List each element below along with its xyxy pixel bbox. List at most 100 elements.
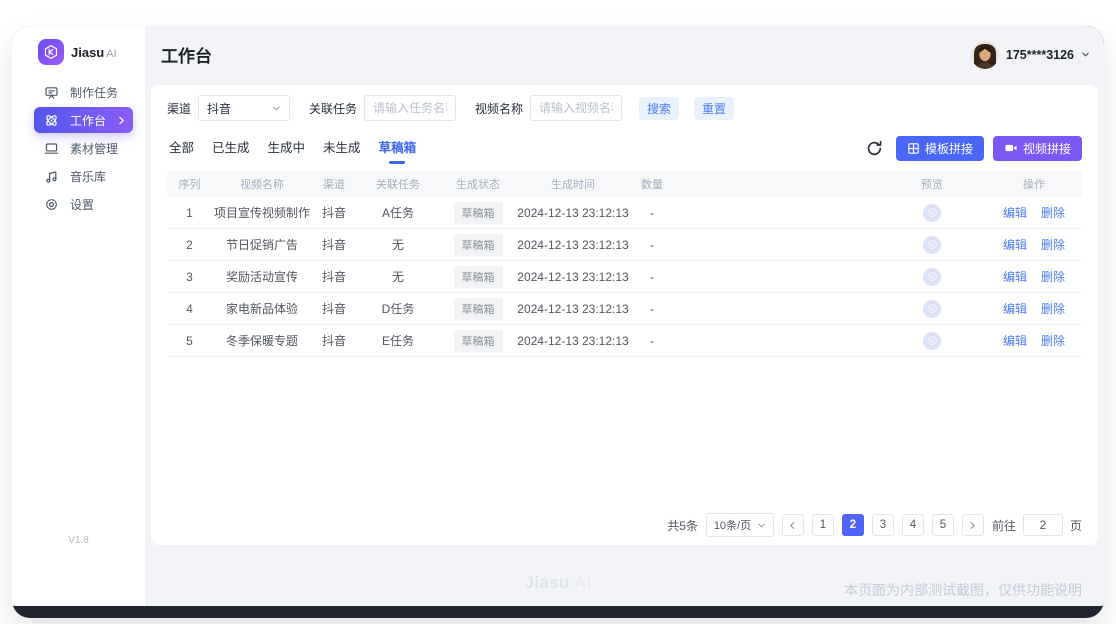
table-row: 3奖励活动宣传抖音无草稿箱2024-12-13 23:12:13-编辑删除 (167, 261, 1082, 293)
delete-link[interactable]: 删除 (1041, 204, 1065, 221)
preview (878, 236, 986, 254)
delete-link[interactable]: 删除 (1041, 300, 1065, 317)
row-index: 4 (167, 302, 212, 316)
version-label: V1.8 (12, 535, 145, 546)
tab-draft[interactable]: 草稿箱 (377, 132, 419, 165)
board-icon (44, 85, 59, 100)
table-header-row: 序列视频名称渠道关联任务生成状态生成时间数量预览操作 (167, 171, 1082, 197)
status-badge: 草稿箱 (454, 266, 503, 288)
delete-link[interactable]: 删除 (1041, 236, 1065, 253)
created-time: 2024-12-13 23:12:13 (516, 206, 630, 220)
play-icon (928, 272, 937, 281)
preview (878, 268, 986, 286)
row-index: 1 (167, 206, 212, 220)
goto-page-input[interactable] (1023, 514, 1063, 536)
column-header: 生成状态 (440, 176, 516, 192)
sidebar-item-music[interactable]: 音乐库 (34, 163, 133, 189)
delete-link[interactable]: 删除 (1041, 268, 1065, 285)
page-button-5[interactable]: 5 (932, 514, 954, 536)
related-task: 无 (356, 268, 440, 285)
channel: 抖音 (312, 332, 356, 349)
edit-link[interactable]: 编辑 (1003, 300, 1027, 317)
brand-logo-icon (38, 39, 64, 65)
edit-link[interactable]: 编辑 (1003, 204, 1027, 221)
row-actions: 编辑删除 (986, 236, 1082, 253)
video-name: 节日促销广告 (212, 236, 312, 253)
video-name-input[interactable] (530, 95, 622, 121)
reset-button[interactable]: 重置 (694, 97, 734, 120)
task-label: 关联任务 (309, 100, 357, 117)
preview-play-button[interactable] (923, 268, 941, 286)
column-header: 关联任务 (356, 176, 440, 192)
column-header: 渠道 (312, 176, 356, 192)
channel: 抖音 (312, 300, 356, 317)
page-button-4[interactable]: 4 (902, 514, 924, 536)
page-button-2[interactable]: 2 (842, 514, 864, 536)
goto-label: 前往 (992, 517, 1016, 534)
preview-play-button[interactable] (923, 204, 941, 222)
related-task: A任务 (356, 204, 440, 221)
sidebar-item-workbench[interactable]: 工作台 (34, 107, 133, 133)
tab-generated[interactable]: 已生成 (210, 132, 252, 165)
preview-play-button[interactable] (923, 300, 941, 318)
video-splice-button[interactable]: 视频拼接 (993, 136, 1082, 161)
sidebar-item-tasks[interactable]: 制作任务 (34, 79, 133, 105)
created-time: 2024-12-13 23:12:13 (516, 238, 630, 252)
tab-generating[interactable]: 生成中 (266, 132, 308, 165)
template-splice-button[interactable]: 模板拼接 (896, 136, 984, 161)
refresh-icon[interactable] (865, 138, 885, 158)
page-button-3[interactable]: 3 (872, 514, 894, 536)
status-badge: 草稿箱 (440, 234, 516, 256)
task-input[interactable] (364, 95, 456, 121)
channel-select[interactable]: 抖音 (198, 95, 290, 121)
preview (878, 332, 986, 350)
search-button[interactable]: 搜索 (639, 97, 679, 120)
page-button-1[interactable]: 1 (812, 514, 834, 536)
sidebar-item-settings[interactable]: 设置 (34, 191, 133, 217)
delete-link[interactable]: 删除 (1041, 332, 1065, 349)
avatar (971, 41, 999, 69)
status-badge: 草稿箱 (440, 298, 516, 320)
status-badge: 草稿箱 (440, 266, 516, 288)
preview-play-button[interactable] (923, 236, 941, 254)
row-actions: 编辑删除 (986, 300, 1082, 317)
toolbar-actions: 模板拼接 视频拼接 (865, 136, 1082, 161)
page-header: 工作台 (145, 26, 1104, 83)
user-phone: 175****3126 (1006, 48, 1074, 62)
template-splice-label: 模板拼接 (925, 140, 973, 157)
video-name: 家电新品体验 (212, 300, 312, 317)
created-time: 2024-12-13 23:12:13 (516, 270, 630, 284)
play-icon (928, 336, 937, 345)
row-index: 5 (167, 334, 212, 348)
tab-not-generated[interactable]: 未生成 (321, 132, 363, 165)
edit-link[interactable]: 编辑 (1003, 268, 1027, 285)
table-row: 2节日促销广告抖音无草稿箱2024-12-13 23:12:13-编辑删除 (167, 229, 1082, 261)
play-icon (928, 304, 937, 313)
row-index: 3 (167, 270, 212, 284)
tab-all[interactable]: 全部 (167, 132, 196, 165)
status-tabs: 全部已生成生成中未生成草稿箱 (167, 133, 432, 163)
page-title: 工作台 (161, 42, 212, 67)
sidebar-item-label: 设置 (70, 196, 94, 213)
app-window: JiasuAI 制作任务工作台素材管理音乐库设置 V1.8 工作台 (12, 26, 1104, 618)
sidebar-item-materials[interactable]: 素材管理 (34, 135, 133, 161)
task-filter: 关联任务 (309, 95, 456, 121)
sidebar-item-label: 工作台 (70, 112, 106, 129)
edit-link[interactable]: 编辑 (1003, 332, 1027, 349)
channel: 抖音 (312, 204, 356, 221)
next-page-button[interactable] (962, 514, 984, 536)
user-menu[interactable]: 175****3126 (971, 41, 1090, 69)
grid-icon (907, 142, 920, 155)
preview-play-button[interactable] (923, 332, 941, 350)
page-buttons: 12345 (782, 514, 984, 536)
laptop-icon (44, 141, 59, 156)
row-index: 2 (167, 238, 212, 252)
prev-page-button[interactable] (782, 514, 804, 536)
video-name-label: 视频名称 (475, 100, 523, 117)
sidebar-item-label: 音乐库 (70, 168, 106, 185)
page-size-select[interactable]: 10条/页 (706, 513, 774, 537)
gear-icon (44, 197, 59, 212)
column-header: 序列 (167, 176, 212, 192)
edit-link[interactable]: 编辑 (1003, 236, 1027, 253)
related-task: D任务 (356, 300, 440, 317)
